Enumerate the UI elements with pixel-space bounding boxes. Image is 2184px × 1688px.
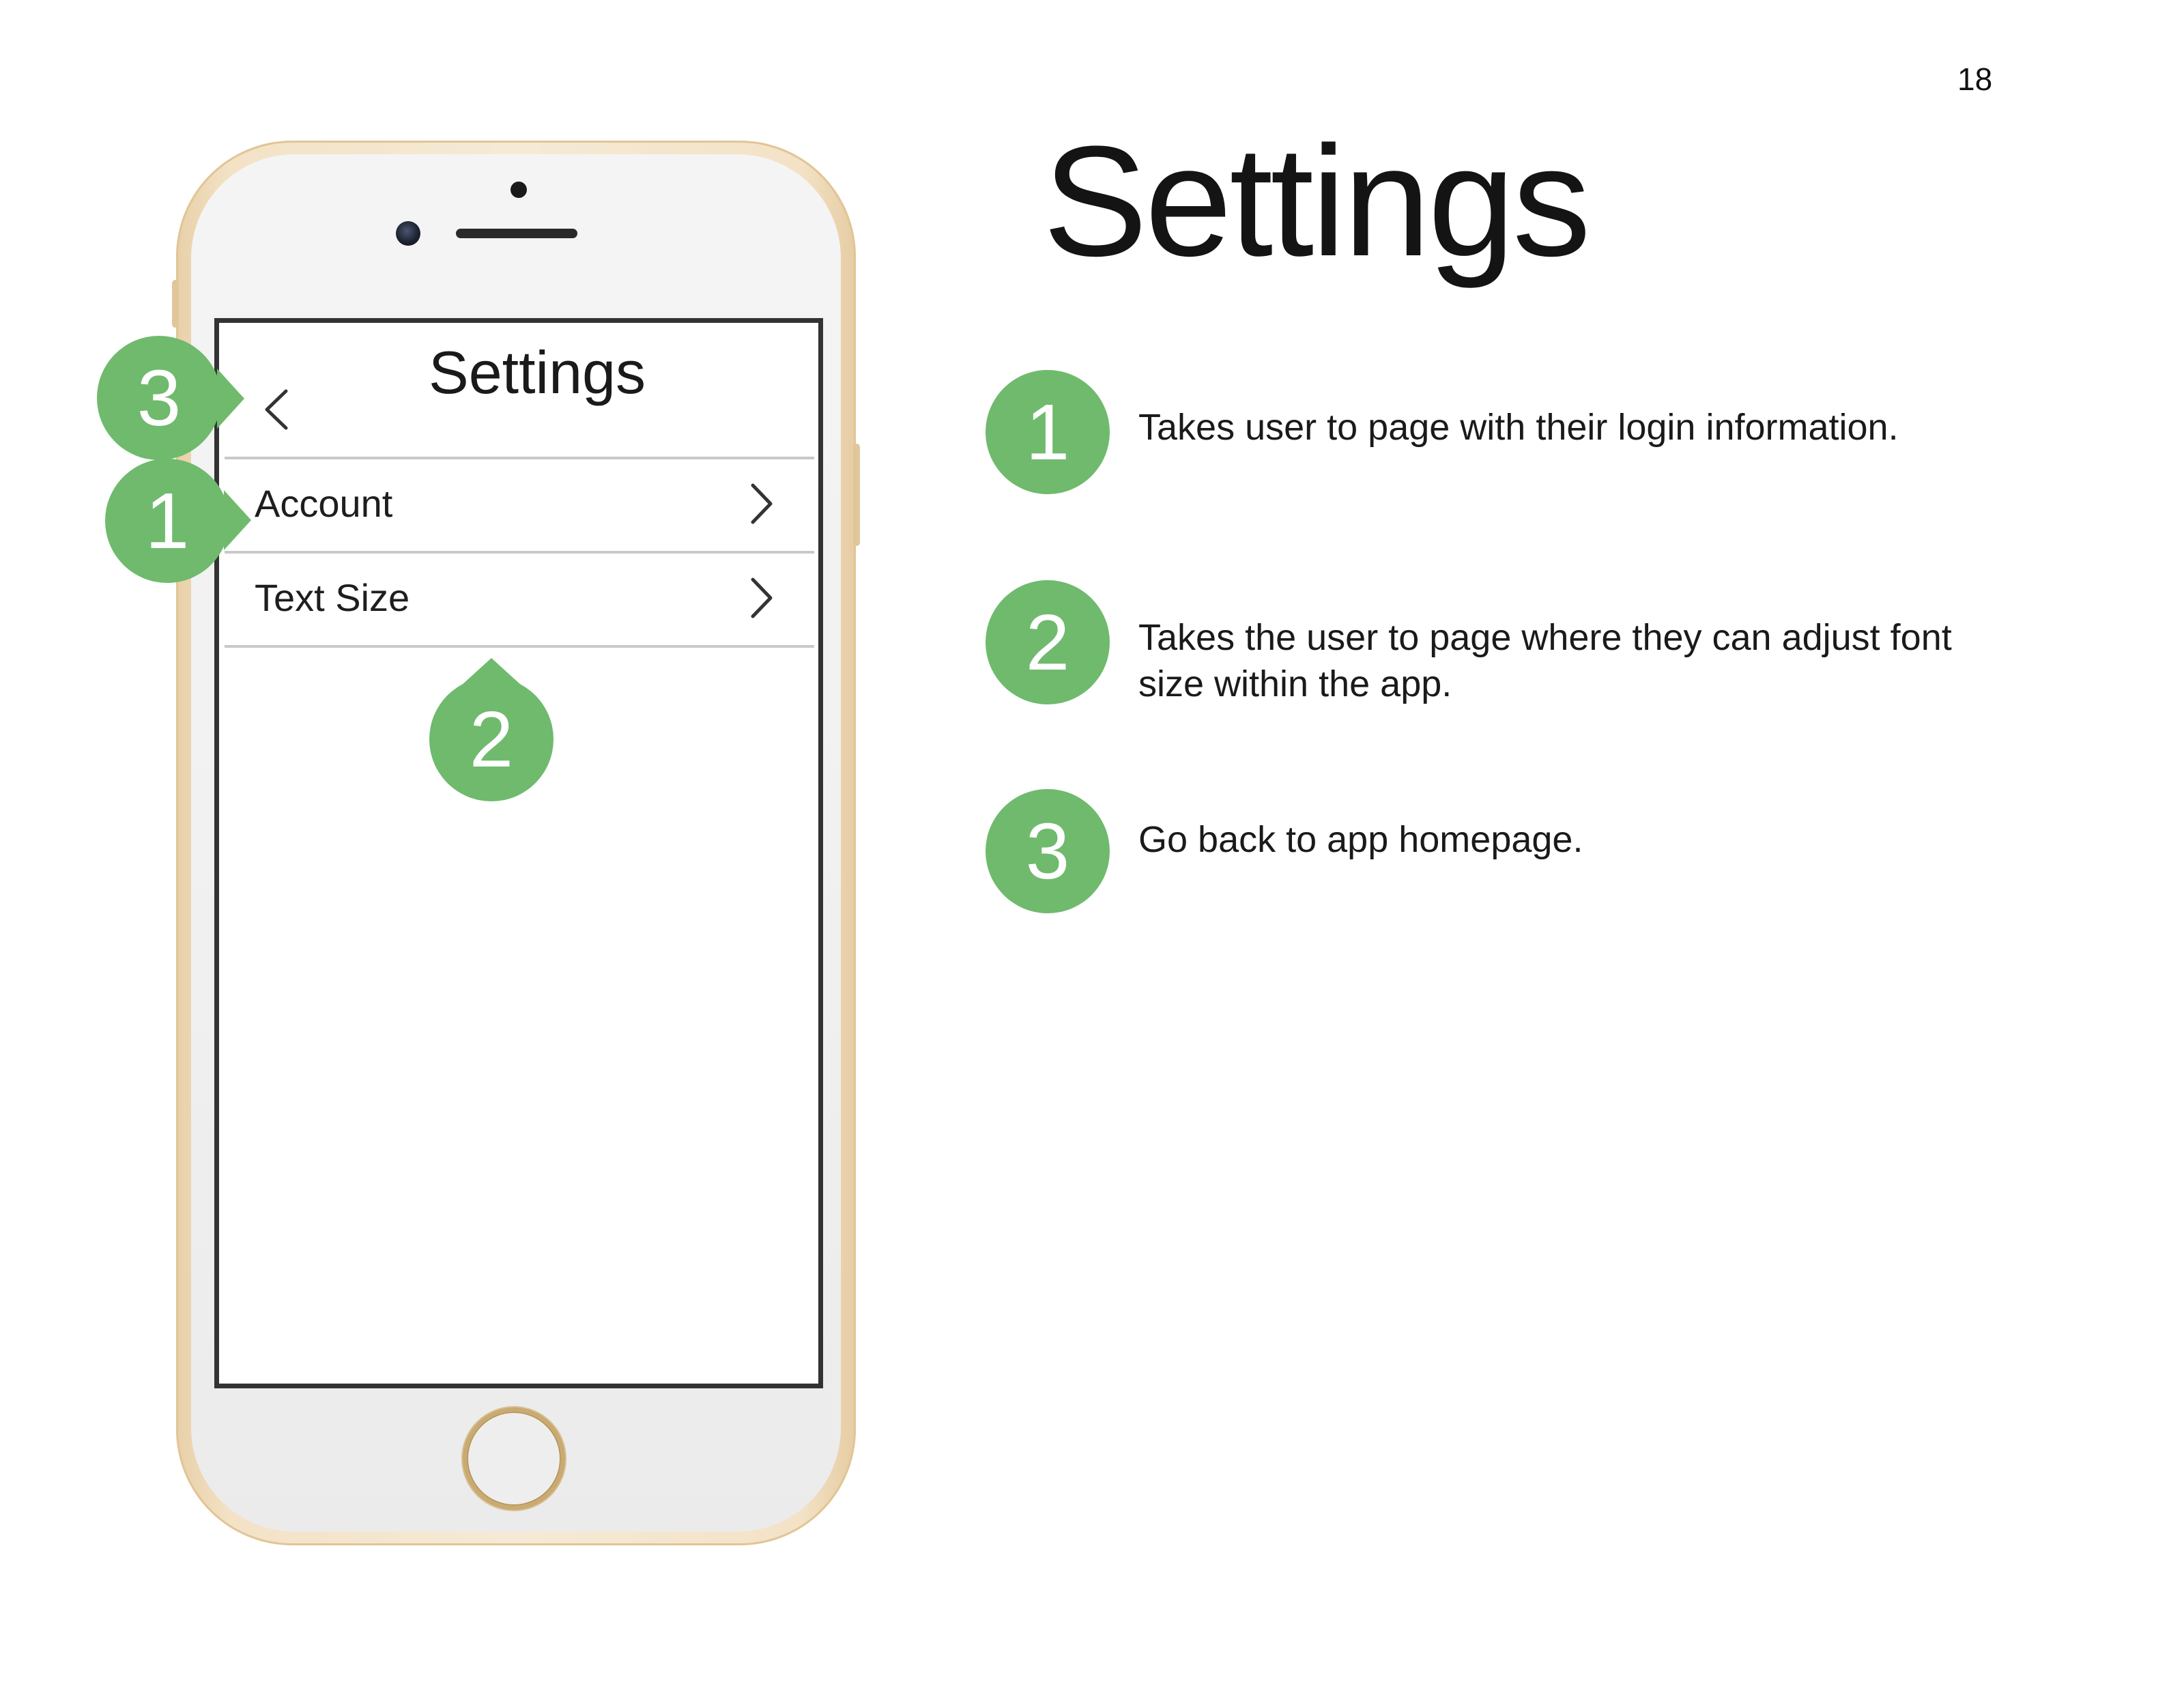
callout-marker-2: 2 <box>429 677 554 801</box>
legend-text-2: Takes the user to page where they can ad… <box>1138 617 1952 704</box>
settings-row-label: Account <box>255 482 393 525</box>
home-button[interactable] <box>463 1407 565 1510</box>
settings-row-text-size[interactable]: Text Size <box>219 554 818 642</box>
earpiece-speaker <box>456 229 577 238</box>
legend-text-3: Go back to app homepage. <box>1138 819 1583 860</box>
phone-mute-switch <box>172 280 179 328</box>
chevron-right-icon <box>751 577 773 618</box>
legend-marker-3: 3 <box>986 789 1110 913</box>
callout-marker-1: 1 <box>105 459 229 583</box>
chevron-right-icon <box>751 483 773 524</box>
marker-pointer <box>217 369 244 429</box>
legend-marker-1: 1 <box>986 370 1110 494</box>
chevron-left-icon[interactable] <box>260 386 293 433</box>
row-divider <box>225 645 814 648</box>
legend-marker-2: 2 <box>986 580 1110 704</box>
screen-header-title: Settings <box>429 339 646 406</box>
callout-marker-3: 3 <box>97 336 221 460</box>
page-number: 18 <box>1957 61 1993 97</box>
page-title: Settings <box>1043 113 1591 289</box>
settings-row-account[interactable]: Account <box>219 459 818 548</box>
front-camera <box>396 221 420 246</box>
legend-text-1: Takes user to page with their login info… <box>1138 407 1899 448</box>
proximity-sensor <box>511 182 527 198</box>
phone-screen: Settings Account Text Size <box>214 318 823 1388</box>
phone-power-button <box>853 444 860 546</box>
settings-row-label: Text Size <box>255 576 410 619</box>
